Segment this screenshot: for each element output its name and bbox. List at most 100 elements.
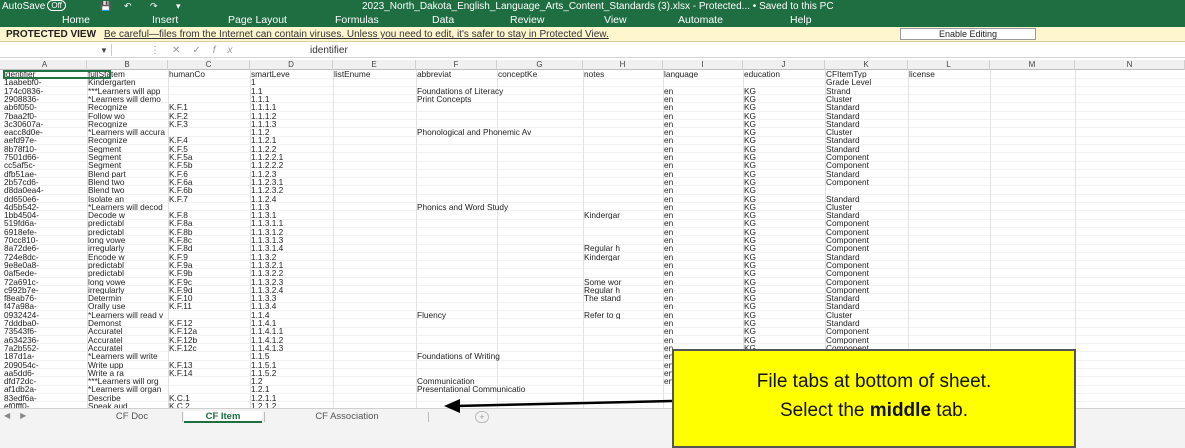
cell-f[interactable] — [417, 253, 497, 261]
cell-g[interactable] — [498, 336, 583, 344]
cell-c[interactable]: K.F.8c — [169, 236, 250, 244]
ribbon-tab-view[interactable]: View — [604, 13, 627, 27]
cell-a[interactable]: d8da0ea4- — [4, 186, 87, 194]
cell-f[interactable] — [417, 219, 497, 227]
cell-g[interactable] — [498, 145, 583, 153]
cell-g[interactable] — [498, 203, 583, 211]
cell-b[interactable]: Blend part — [88, 170, 168, 178]
cell-e[interactable] — [334, 112, 416, 120]
cell-c[interactable]: K.F.8b — [169, 228, 250, 236]
cell-e[interactable] — [334, 269, 416, 277]
cell-b[interactable]: Decode w — [88, 211, 168, 219]
cell-h[interactable]: notes — [584, 70, 663, 78]
cell-i[interactable]: en — [664, 120, 743, 128]
cell-b[interactable]: *Learners will accura — [88, 128, 168, 137]
cell-j[interactable]: KG — [744, 253, 825, 261]
cell-g[interactable] — [498, 128, 583, 136]
cell-h[interactable] — [584, 128, 663, 136]
cell-l[interactable] — [909, 269, 990, 277]
column-header-b[interactable]: B — [87, 60, 168, 70]
cell-g[interactable] — [498, 236, 583, 244]
cell-e[interactable] — [334, 385, 416, 393]
cell-e[interactable] — [334, 394, 416, 402]
cell-c[interactable]: K.F.9d — [169, 286, 250, 294]
cell-h[interactable] — [584, 336, 663, 344]
cell-k[interactable]: Component — [826, 336, 908, 344]
cell-j[interactable]: KG — [744, 261, 825, 269]
cell-e[interactable] — [334, 87, 416, 95]
cell-j[interactable]: KG — [744, 112, 825, 120]
cell-d[interactable]: 1.1.2.2 — [251, 145, 333, 153]
cell-i[interactable]: en — [664, 161, 743, 169]
cell-g[interactable] — [498, 311, 583, 319]
cell-b[interactable]: Determin — [88, 294, 168, 302]
cell-a[interactable]: aefd97e- — [4, 136, 87, 144]
cell-g[interactable] — [498, 385, 583, 393]
cell-k[interactable] — [826, 186, 908, 194]
cell-k[interactable]: Standard — [826, 302, 908, 310]
cell-e[interactable] — [334, 244, 416, 252]
cell-f[interactable] — [417, 236, 497, 244]
cell-a[interactable]: 187d1a- — [4, 352, 87, 360]
cell-c[interactable]: K.F.12a — [169, 327, 250, 335]
cell-d[interactable]: 1.1.2.1 — [251, 136, 333, 144]
cell-e[interactable] — [334, 311, 416, 319]
ribbon-tab-automate[interactable]: Automate — [678, 13, 723, 27]
cell-g[interactable] — [498, 219, 583, 227]
cell-e[interactable] — [334, 352, 416, 360]
cell-d[interactable]: 1.2 — [251, 377, 333, 385]
ribbon-tab-home[interactable]: Home — [62, 13, 90, 27]
cell-g[interactable] — [498, 269, 583, 277]
cell-d[interactable]: 1.1.2 — [251, 128, 333, 136]
cell-b[interactable]: predictabl — [88, 228, 168, 236]
cell-g[interactable] — [498, 286, 583, 294]
cell-j[interactable]: KG — [744, 336, 825, 344]
cell-g[interactable] — [498, 161, 583, 169]
cell-h[interactable] — [584, 153, 663, 161]
cell-i[interactable]: en — [664, 203, 743, 211]
cell-a[interactable]: c992b7e- — [4, 286, 87, 294]
cell-c[interactable]: K.C.1 — [169, 394, 250, 402]
cell-g[interactable] — [498, 178, 583, 186]
cell-k[interactable]: Component — [826, 161, 908, 169]
cell-e[interactable] — [334, 319, 416, 327]
cell-c[interactable] — [169, 203, 250, 211]
cell-d[interactable]: 1.1.3 — [251, 203, 333, 211]
cell-l[interactable] — [909, 145, 990, 153]
cell-f[interactable] — [417, 244, 497, 252]
cell-j[interactable]: KG — [744, 170, 825, 178]
cell-d[interactable]: 1.1.5 — [251, 352, 333, 360]
cell-i[interactable]: en — [664, 145, 743, 153]
cell-a[interactable]: 1aabebf0- — [4, 78, 87, 86]
cell-l[interactable] — [909, 136, 990, 144]
cell-i[interactable]: en — [664, 236, 743, 244]
cell-h[interactable] — [584, 369, 663, 377]
cell-c[interactable]: K.F.1 — [169, 103, 250, 111]
cell-a[interactable]: ab6f050- — [4, 103, 87, 111]
cell-a[interactable]: a634236- — [4, 336, 87, 344]
column-header-m[interactable]: M — [990, 60, 1075, 70]
cell-d[interactable]: 1.2.1.1 — [251, 394, 333, 402]
cell-d[interactable]: 1.1.2.3.2 — [251, 186, 333, 194]
sheet-tab-cf-item[interactable]: CF Item — [184, 411, 262, 423]
cell-f[interactable]: abbreviat — [417, 70, 497, 78]
cell-g[interactable] — [498, 170, 583, 178]
cell-i[interactable]: en — [664, 195, 743, 203]
cell-l[interactable] — [909, 302, 990, 310]
cell-d[interactable]: 1.1.2.2.2 — [251, 161, 333, 169]
cell-i[interactable]: en — [664, 294, 743, 302]
cell-h[interactable] — [584, 377, 663, 385]
cell-d[interactable]: 1.1.4 — [251, 311, 333, 319]
cell-j[interactable]: KG — [744, 195, 825, 203]
cell-c[interactable] — [169, 385, 250, 393]
column-header-d[interactable]: D — [250, 60, 333, 70]
cell-a[interactable]: 209054c- — [4, 361, 87, 369]
cell-a[interactable]: 7501d66- — [4, 153, 87, 161]
cell-i[interactable]: en — [664, 136, 743, 144]
cell-e[interactable] — [334, 211, 416, 219]
cell-a[interactable]: 2908836- — [4, 95, 87, 103]
cell-c[interactable] — [169, 87, 250, 95]
cell-j[interactable]: KG — [744, 236, 825, 244]
cell-i[interactable]: en — [664, 112, 743, 120]
cell-j[interactable]: KG — [744, 120, 825, 128]
